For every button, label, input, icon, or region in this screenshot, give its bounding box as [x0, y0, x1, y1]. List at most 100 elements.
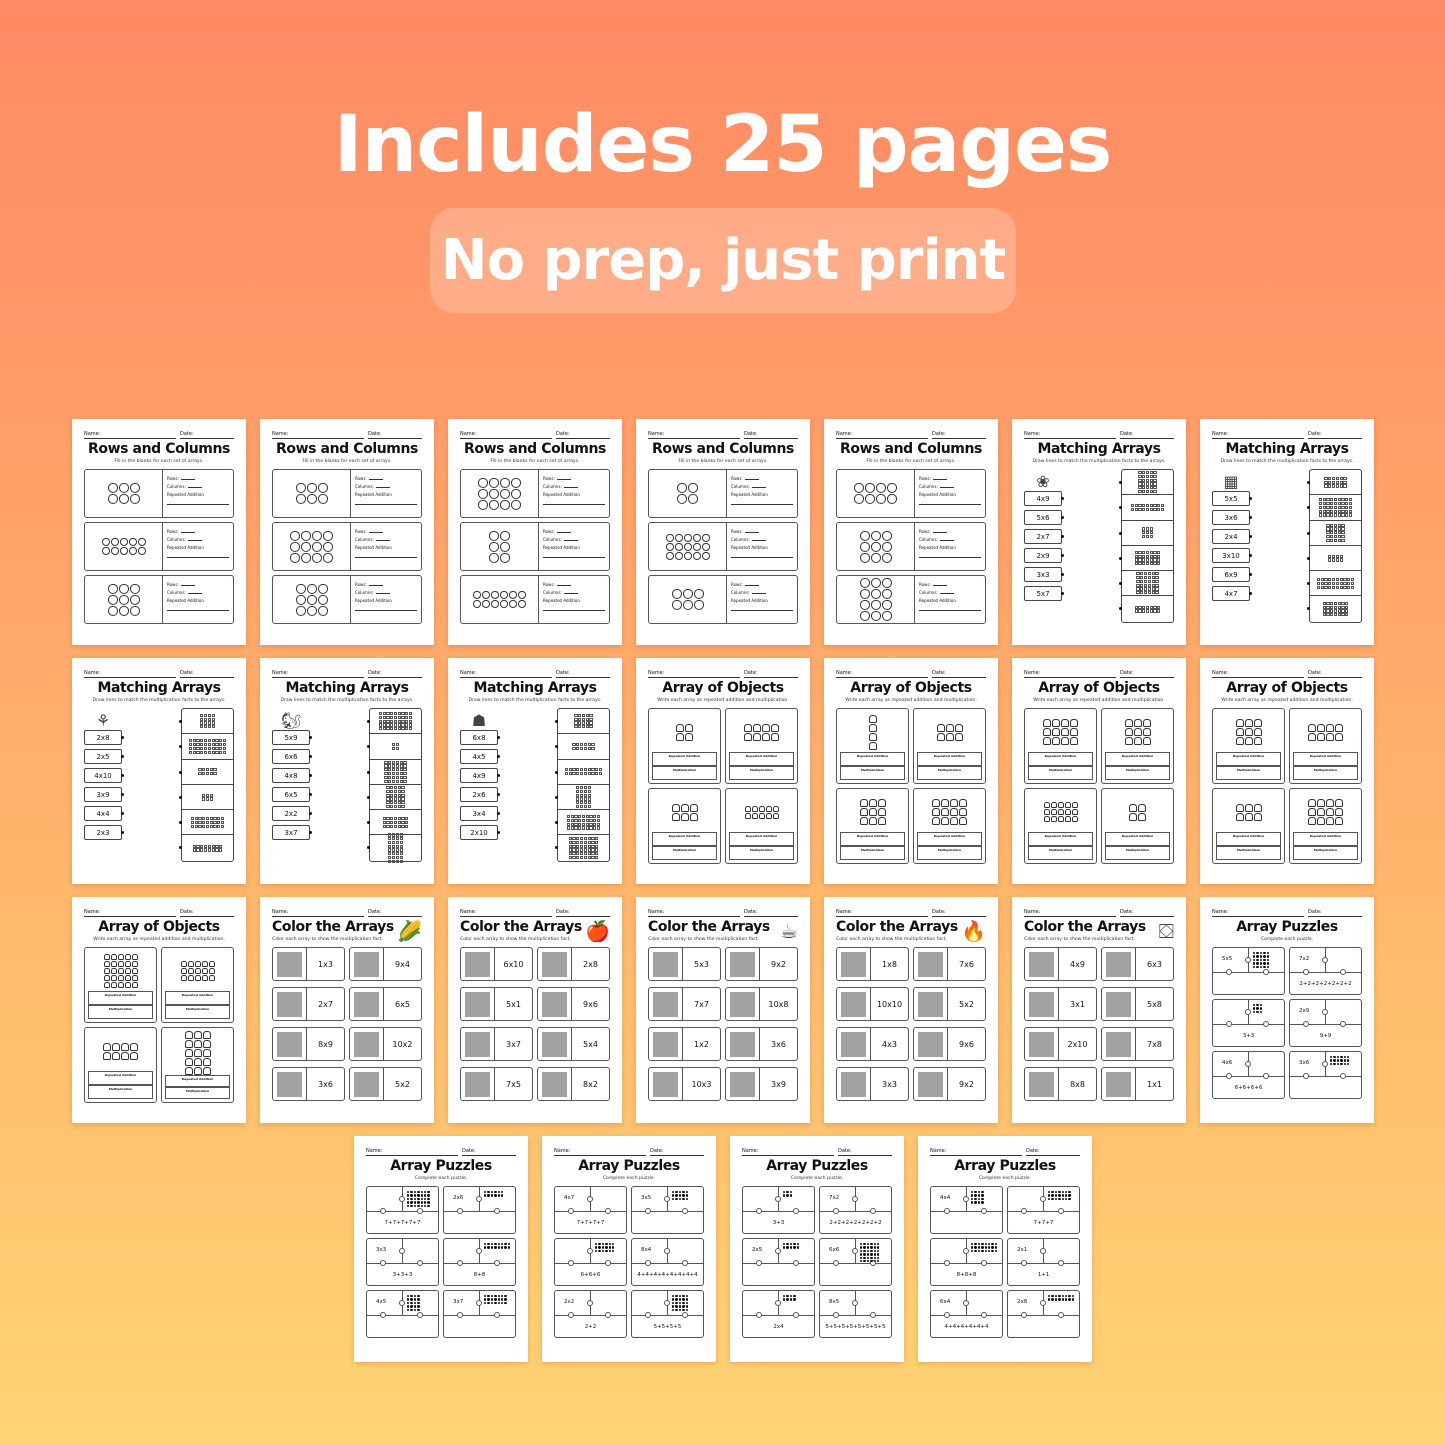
dot-grid[interactable] — [837, 1068, 871, 1100]
repeated-addition-field[interactable]: Repeated Addition — [1293, 832, 1358, 846]
dot-grid[interactable] — [726, 1028, 760, 1060]
blank-line[interactable] — [368, 585, 383, 586]
name-field[interactable]: Name: — [1024, 670, 1116, 678]
repeated-addition-field[interactable] — [919, 499, 981, 505]
puzzle-card[interactable]: 3x5 — [631, 1186, 704, 1234]
date-field[interactable]: Date: — [1120, 909, 1174, 917]
rows-field[interactable]: Rows: — [731, 528, 793, 536]
date-field[interactable]: Date: — [180, 431, 234, 439]
dot-grid[interactable] — [350, 1028, 384, 1060]
worksheet-page[interactable]: Name: Date: Color the Arrays Color each arr… — [824, 897, 998, 1123]
dot-grid[interactable] — [649, 988, 683, 1020]
rows-field[interactable]: Rows: — [167, 475, 229, 483]
puzzle-card[interactable]: 8x5 5+5+5+5+5+5+5+5 — [819, 1290, 892, 1338]
dot-grid[interactable] — [726, 988, 760, 1020]
puzzle-card[interactable]: 6+6+6 — [554, 1238, 627, 1286]
multiplication-field[interactable]: Multiplication — [1028, 846, 1093, 860]
name-field[interactable]: Name: — [1212, 670, 1304, 678]
dot-grid[interactable] — [350, 988, 384, 1020]
worksheet-page[interactable]: Name: Date: Matching Arrays Draw lines to m… — [1200, 419, 1374, 645]
columns-field[interactable]: Columns: — [731, 483, 793, 491]
repeated-addition-field[interactable] — [355, 605, 417, 611]
array-card[interactable] — [1307, 546, 1361, 572]
array-card[interactable] — [367, 810, 421, 836]
columns-field[interactable]: Columns: — [919, 483, 981, 491]
name-field[interactable]: Name: — [1212, 431, 1304, 439]
blank-line[interactable] — [932, 585, 947, 586]
date-field[interactable]: Date: — [556, 431, 610, 439]
multiplication-field[interactable]: Multiplication — [88, 1005, 153, 1019]
worksheet-page[interactable]: Name: Date: Color the Arrays Color each arr… — [260, 897, 434, 1123]
worksheet-page[interactable]: Name: Date: Rows and Columns Fill in the bl… — [824, 419, 998, 645]
columns-field[interactable]: Columns: — [543, 536, 605, 544]
fact-card[interactable]: 3x4 — [460, 806, 500, 821]
dot-grid[interactable] — [273, 1028, 307, 1060]
date-field[interactable]: Date: — [932, 670, 986, 678]
worksheet-page[interactable]: Name: Date: Array Puzzles Complete each puz… — [542, 1136, 716, 1362]
dot-grid[interactable] — [1102, 948, 1136, 980]
blank-line[interactable] — [563, 593, 578, 594]
columns-field[interactable]: Columns: — [919, 589, 981, 597]
dot-grid[interactable] — [538, 988, 572, 1020]
date-field[interactable]: Date: — [368, 431, 422, 439]
rows-field[interactable]: Rows: — [167, 581, 229, 589]
puzzle-card[interactable]: 4x6 6+6+6+6 — [1212, 1051, 1285, 1099]
multiplication-field[interactable]: Multiplication — [840, 766, 905, 780]
fact-card[interactable]: 3x6 — [1212, 510, 1252, 525]
fact-card[interactable]: 3x10 — [1212, 548, 1252, 563]
columns-field[interactable]: Columns: — [167, 483, 229, 491]
puzzle-card[interactable]: 3x7 — [443, 1290, 516, 1338]
array-card[interactable] — [555, 785, 609, 811]
puzzle-card[interactable]: 3+3 — [742, 1186, 815, 1234]
array-card[interactable] — [367, 833, 421, 863]
worksheet-page[interactable]: Name: Date: Rows and Columns Fill in the bl… — [72, 419, 246, 645]
name-field[interactable]: Name: — [272, 670, 364, 678]
name-field[interactable]: Name: — [1212, 909, 1304, 917]
blank-line[interactable] — [744, 585, 759, 586]
fact-card[interactable]: 5x5 — [1212, 491, 1252, 506]
puzzle-card[interactable]: 6x6 — [819, 1238, 892, 1286]
multiplication-field[interactable]: Multiplication — [1105, 846, 1170, 860]
repeated-addition-field[interactable]: Repeated Addition — [1028, 752, 1093, 766]
multiplication-field[interactable]: Multiplication — [88, 1085, 153, 1099]
multiplication-field[interactable]: Multiplication — [1216, 846, 1281, 860]
worksheet-page[interactable]: Name: Date: Color the Arrays Color each arr… — [448, 897, 622, 1123]
columns-field[interactable]: Columns: — [543, 483, 605, 491]
columns-field[interactable]: Columns: — [731, 536, 793, 544]
name-field[interactable]: Name: — [554, 1148, 646, 1156]
rows-field[interactable]: Rows: — [355, 581, 417, 589]
date-field[interactable]: Date: — [368, 909, 422, 917]
puzzle-card[interactable]: 5x5 — [1212, 947, 1285, 995]
worksheet-page[interactable]: Name: Date: Array Puzzles Complete each puz… — [918, 1136, 1092, 1362]
dot-grid[interactable] — [837, 988, 871, 1020]
dot-grid[interactable] — [1025, 988, 1059, 1020]
repeated-addition-field[interactable]: Repeated Addition — [652, 752, 717, 766]
dot-grid[interactable] — [837, 948, 871, 980]
repeated-addition-field[interactable] — [167, 552, 229, 558]
blank-line[interactable] — [368, 479, 383, 480]
name-field[interactable]: Name: — [460, 670, 552, 678]
name-field[interactable]: Name: — [648, 909, 740, 917]
array-card[interactable] — [367, 760, 421, 785]
dot-grid[interactable] — [1025, 1028, 1059, 1060]
rows-field[interactable]: Rows: — [919, 528, 981, 536]
repeated-addition-field[interactable]: Repeated Addition — [88, 991, 153, 1005]
blank-line[interactable] — [751, 487, 766, 488]
fact-card[interactable]: 5x7 — [1024, 586, 1064, 601]
multiplication-field[interactable]: Multiplication — [1293, 766, 1358, 780]
fact-card[interactable]: 4x7 — [1212, 586, 1252, 601]
date-field[interactable]: Date: — [1026, 1148, 1080, 1156]
worksheet-page[interactable]: Name: Date: Array of Objects Write each arr… — [1012, 658, 1186, 884]
dot-grid[interactable] — [273, 988, 307, 1020]
fact-card[interactable]: 4x10 — [84, 768, 124, 783]
repeated-addition-field[interactable] — [731, 552, 793, 558]
name-field[interactable]: Name: — [836, 909, 928, 917]
blank-line[interactable] — [187, 487, 202, 488]
dot-grid[interactable] — [461, 1028, 495, 1060]
array-card[interactable] — [179, 785, 233, 811]
multiplication-field[interactable]: Multiplication — [729, 766, 794, 780]
rows-field[interactable]: Rows: — [167, 528, 229, 536]
puzzle-card[interactable]: 3+3 — [1212, 999, 1285, 1047]
date-field[interactable]: Date: — [462, 1148, 516, 1156]
puzzle-card[interactable]: 7x2 2+2+2+2+2+2+2 — [1289, 947, 1362, 995]
